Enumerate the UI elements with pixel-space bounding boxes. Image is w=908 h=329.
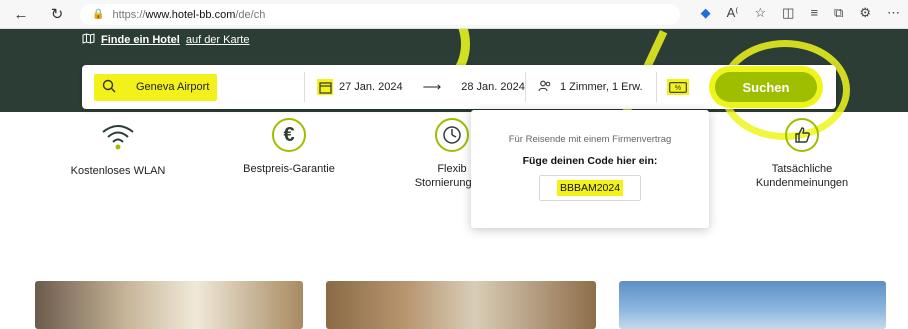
guests-value: 1 Zimmer, 1 Erw.: [560, 81, 643, 93]
corporate-code-field[interactable]: %: [657, 65, 699, 109]
map-link-bold: Finde ein Hotel: [101, 34, 180, 46]
refresh-icon[interactable]: ↻: [44, 1, 70, 27]
collections-icon[interactable]: ⧉: [834, 5, 843, 21]
map-link-rest: auf der Karte: [185, 34, 250, 46]
search-bar: Geneva Airport 27 Jan. 2024 ⟶ 28 Jan. 20…: [82, 65, 836, 109]
more-menu-icon[interactable]: ⋯: [887, 5, 900, 21]
svg-text:%: %: [675, 85, 681, 92]
features-row: Kostenloses WLAN € Bestpreis-Garantie Fl…: [0, 112, 908, 222]
map-icon: [82, 33, 95, 47]
clock-icon: [435, 118, 469, 152]
destination-highlight: Geneva Airport: [94, 73, 218, 101]
hotel-photo-exterior[interactable]: [619, 281, 886, 329]
euro-icon: €: [272, 118, 306, 152]
toolbar-icons: ◆ A⁽ ☆ ◫ ≡ ⧉ ⚙ ⋯: [701, 5, 900, 21]
wifi-icon: [100, 118, 136, 154]
arrow-right-icon: ⟶: [422, 79, 442, 94]
address-bar[interactable]: 🔒 https://www.hotel-bb.com/de/ch: [80, 4, 680, 25]
back-icon[interactable]: ←: [8, 1, 34, 27]
popup-note: Für Reisende mit einem Firmenvertrag: [508, 134, 672, 145]
feature-label: Bestpreis-Garantie: [243, 163, 335, 175]
lock-icon: 🔒: [92, 9, 105, 20]
destination-value: Geneva Airport: [136, 81, 210, 93]
popup-prompt: Füge deinen Code hier ein:: [522, 155, 658, 167]
url-prefix: https://: [112, 8, 146, 21]
calendar-icon: [317, 79, 333, 95]
ticket-icon: %: [667, 79, 689, 95]
corporate-code-input[interactable]: BBBAM2024: [539, 175, 641, 201]
favorites-list-icon[interactable]: ≡: [810, 5, 818, 21]
feature-reviews: Tatsächliche Kundenmeinungen: [742, 118, 862, 190]
corporate-code-popup: Für Reisende mit einem Firmenvertrag Füg…: [471, 110, 709, 228]
feature-label: Kostenloses WLAN: [70, 165, 166, 177]
split-screen-icon[interactable]: ◫: [782, 5, 794, 21]
map-link[interactable]: Finde ein Hotel auf der Karte: [82, 33, 249, 47]
favorite-star-icon[interactable]: ☆: [755, 5, 767, 21]
checkin-date: 27 Jan. 2024: [339, 81, 403, 93]
guests-field[interactable]: 1 Zimmer, 1 Erw.: [526, 65, 656, 109]
url-path: /de/ch: [235, 8, 266, 21]
destination-field[interactable]: Geneva Airport: [82, 65, 304, 109]
extensions-icon[interactable]: ⚙: [859, 5, 871, 21]
search-icon: [102, 79, 116, 96]
search-button[interactable]: Suchen: [715, 72, 817, 102]
dates-field[interactable]: 27 Jan. 2024 ⟶ 28 Jan. 2024: [305, 65, 525, 109]
hotel-photo-breakfast[interactable]: [35, 281, 303, 329]
hotel-photo-room[interactable]: [326, 281, 596, 329]
feature-label-line2: Kundenmeinungen: [755, 177, 849, 189]
tag-icon[interactable]: ◆: [701, 5, 711, 21]
read-aloud-icon[interactable]: A⁽: [727, 5, 739, 21]
browser-toolbar: ← ↻ 🔒 https://www.hotel-bb.com/de/ch ◆ A…: [0, 0, 908, 29]
url-host: www.hotel-bb.com: [145, 8, 236, 21]
feature-label: Tatsächliche: [771, 163, 833, 175]
corporate-code-value: BBBAM2024: [556, 180, 624, 196]
checkout-date: 28 Jan. 2024: [461, 81, 525, 93]
feature-best-price: € Bestpreis-Garantie: [229, 118, 349, 176]
thumbs-up-icon: [785, 118, 819, 152]
feature-wlan: Kostenloses WLAN: [58, 118, 178, 178]
people-icon: [538, 80, 552, 95]
